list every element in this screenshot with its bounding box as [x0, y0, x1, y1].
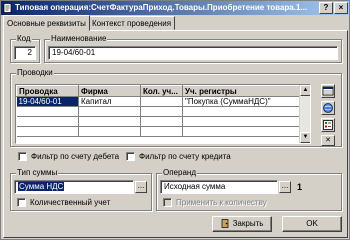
table-cell[interactable]	[182, 126, 301, 137]
postings-group: Проводки Проводка Фирма Кол. уч... Уч. р…	[10, 68, 342, 147]
table-cell[interactable]	[140, 126, 183, 137]
sum-type-label: Тип суммы	[16, 168, 59, 178]
close-button[interactable]: Закрыть	[212, 216, 272, 232]
tab-posting-context[interactable]: Контекст проведения	[88, 16, 176, 30]
add-row-icon	[322, 86, 334, 96]
add-row-button[interactable]	[321, 84, 335, 98]
name-field[interactable]: 19-04/60-01	[48, 46, 338, 60]
window-title: Типовая операция:СчетФактураПриход.Товар…	[15, 3, 308, 12]
table-cell[interactable]	[78, 116, 141, 127]
tab-main-attributes[interactable]: Основные реквизиты	[3, 15, 90, 31]
table-row[interactable]: 19-04/60-01 Капитал "Покупка (СуммаНДС)"	[16, 96, 301, 107]
document-icon	[3, 3, 12, 13]
column-header[interactable]: Проводка	[16, 85, 79, 97]
filter-credit-checkbox[interactable]: Фильтр по счету кредита	[126, 152, 231, 161]
quantity-accounting-label: Количественный учет	[30, 198, 111, 207]
delete-row-button[interactable]: ✕	[321, 135, 335, 146]
code-label: Код	[16, 34, 32, 44]
table-row[interactable]	[16, 116, 301, 127]
table-header-row: Проводка Фирма Кол. уч... Уч. регистры	[16, 85, 301, 97]
sum-type-select-button[interactable]: ...	[135, 181, 147, 193]
edit-globe-icon	[323, 103, 333, 113]
properties-icon	[323, 120, 333, 130]
postings-table[interactable]: Проводка Фирма Кол. уч... Уч. регистры 1…	[15, 84, 311, 144]
row-properties-button[interactable]	[321, 118, 335, 132]
table-cell[interactable]	[16, 126, 79, 137]
quantity-accounting-checkbox[interactable]: Количественный учет	[17, 198, 110, 207]
sum-type-value: Сумма НДС	[18, 182, 65, 191]
column-header[interactable]: Кол. уч...	[140, 85, 183, 97]
postings-label: Проводки	[16, 68, 54, 78]
filter-credit-label: Фильтр по счету кредита	[139, 152, 231, 161]
checkbox-box[interactable]	[17, 198, 26, 207]
checkbox-box[interactable]	[18, 152, 27, 161]
table-cell[interactable]	[140, 116, 183, 127]
close-window-button[interactable]: ×	[334, 2, 348, 14]
title-bar[interactable]: Типовая операция:СчетФактураПриход.Товар…	[1, 1, 349, 15]
table-cell[interactable]	[78, 126, 141, 137]
ok-button-label: OK	[306, 219, 318, 228]
dialog-window: Типовая операция:СчетФактураПриход.Товар…	[0, 0, 350, 240]
column-header[interactable]: Фирма	[78, 85, 141, 97]
door-exit-icon	[221, 219, 228, 229]
table-cell[interactable]	[78, 106, 141, 117]
name-label: Наименование	[50, 34, 108, 44]
operand-index: 1	[297, 182, 303, 192]
table-cell[interactable]	[140, 96, 183, 107]
operand-group: Операнд Исходная сумма ... 1 Применить к…	[156, 168, 342, 211]
apply-to-quantity-label: Применить к количеству	[176, 198, 267, 207]
sum-type-field[interactable]: Сумма НДС	[14, 180, 134, 194]
checkbox-box[interactable]	[126, 152, 135, 161]
table-scrollbar[interactable]: ▲ ▼	[299, 85, 310, 143]
table-cell[interactable]: "Покупка (СуммаНДС)"	[182, 96, 301, 107]
filter-debit-checkbox[interactable]: Фильтр по счету дебета	[18, 152, 119, 161]
ok-button[interactable]: OK	[282, 216, 342, 232]
table-cell[interactable]: 19-04/60-01	[16, 96, 79, 107]
edit-row-button[interactable]	[321, 101, 335, 115]
table-row[interactable]	[16, 126, 301, 137]
table-cell[interactable]	[182, 106, 301, 117]
filter-debit-label: Фильтр по счету дебета	[31, 152, 120, 161]
code-group: Код 2	[10, 34, 40, 63]
table-cell[interactable]	[16, 106, 79, 117]
help-button[interactable]: ?	[319, 2, 333, 14]
delete-x-icon: ✕	[325, 137, 331, 144]
operand-label: Операнд	[162, 168, 197, 178]
checkbox-box[interactable]	[163, 198, 172, 207]
sum-type-group: Тип суммы Сумма НДС ... Количественный у…	[10, 168, 152, 211]
operand-select-button[interactable]: ...	[279, 181, 291, 193]
name-group: Наименование 19-04/60-01	[44, 34, 342, 63]
scroll-up-arrow-icon[interactable]: ▲	[300, 85, 310, 96]
table-cell[interactable]	[16, 116, 79, 127]
operand-field[interactable]: Исходная сумма	[160, 180, 278, 194]
table-cell[interactable]	[182, 116, 301, 127]
apply-to-quantity-checkbox[interactable]: Применить к количеству	[163, 198, 267, 207]
table-row[interactable]	[16, 106, 301, 117]
close-button-label: Закрыть	[232, 219, 264, 228]
scroll-down-arrow-icon[interactable]: ▼	[300, 132, 310, 143]
table-cell[interactable]: Капитал	[78, 96, 141, 107]
code-field[interactable]: 2	[14, 46, 36, 60]
column-header[interactable]: Уч. регистры	[182, 85, 301, 97]
tab-panel: Код 2 Наименование 19-04/60-01 Проводки …	[3, 30, 348, 238]
table-cell[interactable]	[140, 106, 183, 117]
